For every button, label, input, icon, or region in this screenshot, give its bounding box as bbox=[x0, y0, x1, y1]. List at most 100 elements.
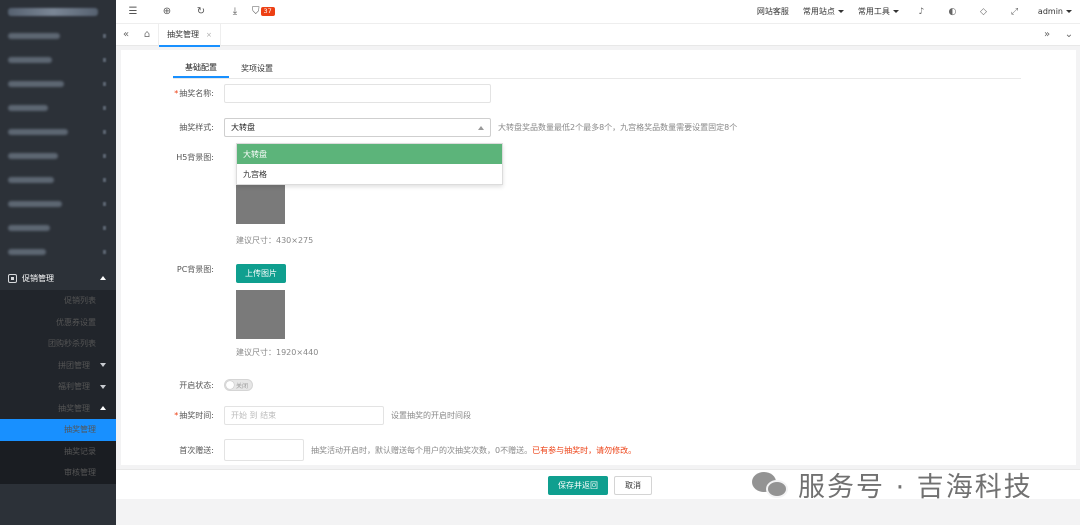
status-label: 开启状态: bbox=[179, 380, 214, 390]
top-navbar: ☰ ⊕ ↻ ⤓ ⛉ 37 网站客服 常用站点 常用工具 ♪ ◐ ◇ ⤢ admi… bbox=[116, 0, 1080, 24]
tag-icon[interactable]: ◇ bbox=[968, 7, 999, 17]
promotion-icon bbox=[8, 273, 17, 283]
tabs-scroll-left-icon[interactable]: « bbox=[116, 29, 136, 40]
upload-image-button[interactable]: 上传图片 bbox=[236, 264, 286, 283]
save-and-return-button[interactable]: 保存并返回 bbox=[548, 476, 608, 495]
download-icon[interactable]: ⤓ bbox=[218, 6, 252, 17]
sidebar-blurred-item[interactable] bbox=[0, 72, 116, 96]
lottery-name-label: *抽奖名称: bbox=[121, 88, 224, 99]
dropdown-option-wheel[interactable]: 大转盘 bbox=[237, 144, 502, 164]
palette-icon[interactable]: ◐ bbox=[937, 7, 968, 17]
common-tools-label: 常用工具 bbox=[857, 7, 890, 16]
shield-check-icon: ⛉ bbox=[252, 6, 260, 17]
globe-icon[interactable]: ⊕ bbox=[150, 6, 184, 17]
sidebar: 促销管理 促销列表 优惠券设置 团购秒杀列表 拼团管理 福利管理 抽奖管理 抽奖… bbox=[0, 0, 116, 525]
status-toggle[interactable]: 关闭 bbox=[224, 379, 253, 391]
first-gift-warning: 已有参与抽奖时，请勿修改。 bbox=[532, 445, 637, 455]
close-icon[interactable]: × bbox=[206, 31, 212, 39]
lottery-style-label: 抽奖样式: bbox=[179, 123, 214, 132]
tab-prize-settings[interactable]: 奖项设置 bbox=[229, 58, 285, 78]
sidebar-item-label: 团购秒杀列表 bbox=[48, 339, 96, 349]
sidebar-blurred-item[interactable] bbox=[0, 192, 116, 216]
brand-logo bbox=[0, 0, 116, 24]
lottery-name-label-text: 抽奖名称: bbox=[179, 89, 214, 98]
sidebar-blurred-item[interactable] bbox=[0, 240, 116, 264]
sidebar-blurred-item[interactable] bbox=[0, 120, 116, 144]
caret-down-icon bbox=[837, 10, 844, 13]
sidebar-item-promo-list[interactable]: 促销列表 bbox=[0, 290, 116, 312]
sidebar-item-label: 抽奖管理 bbox=[58, 403, 90, 413]
sidebar-item-lottery-manage[interactable]: 抽奖管理 bbox=[0, 419, 116, 441]
sidebar-group-promotion[interactable]: 促销管理 bbox=[0, 266, 116, 290]
chevron-up-icon bbox=[100, 276, 106, 280]
lottery-time-range-input[interactable]: 开始 到 结束 bbox=[224, 406, 384, 425]
customer-service-link[interactable]: 网站客服 bbox=[750, 6, 796, 17]
chevron-down-icon bbox=[100, 363, 106, 368]
sidebar-item-lottery-records[interactable]: 抽奖记录 bbox=[0, 440, 116, 462]
sidebar-item-label: 抽奖记录 bbox=[64, 446, 96, 456]
h5-bg-label: H5背景图: bbox=[176, 153, 214, 162]
tabs-menu-chevron-icon[interactable]: ⌄ bbox=[1058, 29, 1080, 40]
sidebar-item-pintuan[interactable]: 拼团管理 bbox=[0, 355, 116, 377]
bell-icon[interactable]: ♪ bbox=[906, 7, 937, 17]
watermark: 服务号 · 吉海科技 bbox=[752, 465, 1033, 504]
home-icon[interactable]: ⌂ bbox=[136, 29, 158, 40]
sidebar-item-label: 促销列表 bbox=[64, 296, 96, 306]
menu-toggle-icon[interactable]: ☰ bbox=[116, 6, 150, 17]
lottery-style-value: 大转盘 bbox=[231, 123, 255, 132]
pc-bg-size-note: 建议尺寸：1920×440 bbox=[236, 348, 319, 357]
lottery-style-dropdown: 大转盘 九宫格 bbox=[236, 143, 503, 185]
sidebar-item-welfare[interactable]: 福利管理 bbox=[0, 376, 116, 398]
refresh-icon[interactable]: ↻ bbox=[184, 6, 218, 17]
username: admin bbox=[1037, 7, 1063, 16]
tab-lottery-manage[interactable]: 抽奖管理 × bbox=[158, 23, 221, 47]
lottery-style-select[interactable]: 大转盘 bbox=[224, 118, 491, 137]
lottery-name-input[interactable] bbox=[224, 84, 491, 103]
notice-button[interactable]: ⛉ 37 bbox=[252, 6, 286, 17]
sidebar-item-label: 优惠券设置 bbox=[56, 317, 96, 327]
first-gift-hint-text: 抽奖活动开启时，默认赠送每个用户的次抽奖次数，0不赠送。 bbox=[311, 445, 533, 455]
sidebar-item-coupon[interactable]: 优惠券设置 bbox=[0, 312, 116, 334]
user-menu[interactable]: admin bbox=[1030, 7, 1080, 16]
sidebar-item-label: 审核管理 bbox=[64, 468, 96, 478]
sidebar-item-label: 福利管理 bbox=[58, 382, 90, 392]
h5-bg-size-note: 建议尺寸：430×275 bbox=[236, 236, 314, 245]
first-gift-label: 首次赠送: bbox=[179, 445, 214, 455]
common-tools-dropdown[interactable]: 常用工具 bbox=[851, 6, 906, 17]
tabs-scroll-right-icon[interactable]: » bbox=[1036, 29, 1058, 40]
notice-badge: 37 bbox=[260, 7, 275, 16]
sidebar-item-label: 拼团管理 bbox=[58, 360, 90, 370]
sidebar-group-label: 促销管理 bbox=[22, 273, 54, 283]
h5-bg-row: H5背景图: bbox=[121, 152, 224, 163]
sidebar-blurred-item[interactable] bbox=[0, 48, 116, 72]
lottery-name-row: *抽奖名称: bbox=[121, 84, 491, 103]
cancel-button[interactable]: 取消 bbox=[614, 476, 652, 495]
sidebar-blurred-item[interactable] bbox=[0, 168, 116, 192]
sidebar-blurred-item[interactable] bbox=[0, 144, 116, 168]
dropdown-option-grid[interactable]: 九宫格 bbox=[237, 164, 502, 184]
tab-basic-config[interactable]: 基础配置 bbox=[173, 58, 229, 78]
customer-service-label: 网站客服 bbox=[756, 7, 789, 16]
lottery-style-hint: 大转盘奖品数量最低2个最多8个，九宫格奖品数量需要设置固定8个 bbox=[498, 123, 738, 132]
form-card: 基础配置 奖项设置 *抽奖名称: 抽奖样式: 大转盘 大转盘奖品数量最低2个最多… bbox=[121, 50, 1076, 465]
caret-down-icon bbox=[892, 10, 899, 13]
sidebar-blurred-item[interactable] bbox=[0, 24, 116, 48]
fullscreen-icon[interactable]: ⤢ bbox=[999, 7, 1030, 17]
chevron-up-icon bbox=[100, 406, 106, 411]
sidebar-blurred-item[interactable] bbox=[0, 216, 116, 240]
sidebar-item-audit[interactable]: 审核管理 bbox=[0, 462, 116, 484]
first-gift-input[interactable] bbox=[224, 439, 304, 461]
chevron-down-icon bbox=[100, 384, 106, 389]
common-sites-dropdown[interactable]: 常用站点 bbox=[796, 6, 851, 17]
toggle-label: 关闭 bbox=[235, 382, 248, 390]
sidebar-lottery-submenu: 抽奖管理 抽奖记录 审核管理 bbox=[0, 419, 116, 484]
sidebar-item-lottery[interactable]: 抽奖管理 bbox=[0, 398, 116, 420]
chevron-up-icon bbox=[478, 125, 484, 130]
lottery-time-row: *抽奖时间: 开始 到 结束 设置抽奖的开启时间段 bbox=[121, 406, 471, 425]
status-row: 开启状态: 关闭 bbox=[121, 379, 253, 391]
time-placeholder: 开始 到 结束 bbox=[231, 411, 277, 420]
sidebar-item-groupbuy[interactable]: 团购秒杀列表 bbox=[0, 333, 116, 355]
sidebar-blurred-item[interactable] bbox=[0, 96, 116, 120]
pc-bg-thumbnail[interactable] bbox=[236, 290, 285, 339]
wechat-icon bbox=[752, 470, 792, 500]
